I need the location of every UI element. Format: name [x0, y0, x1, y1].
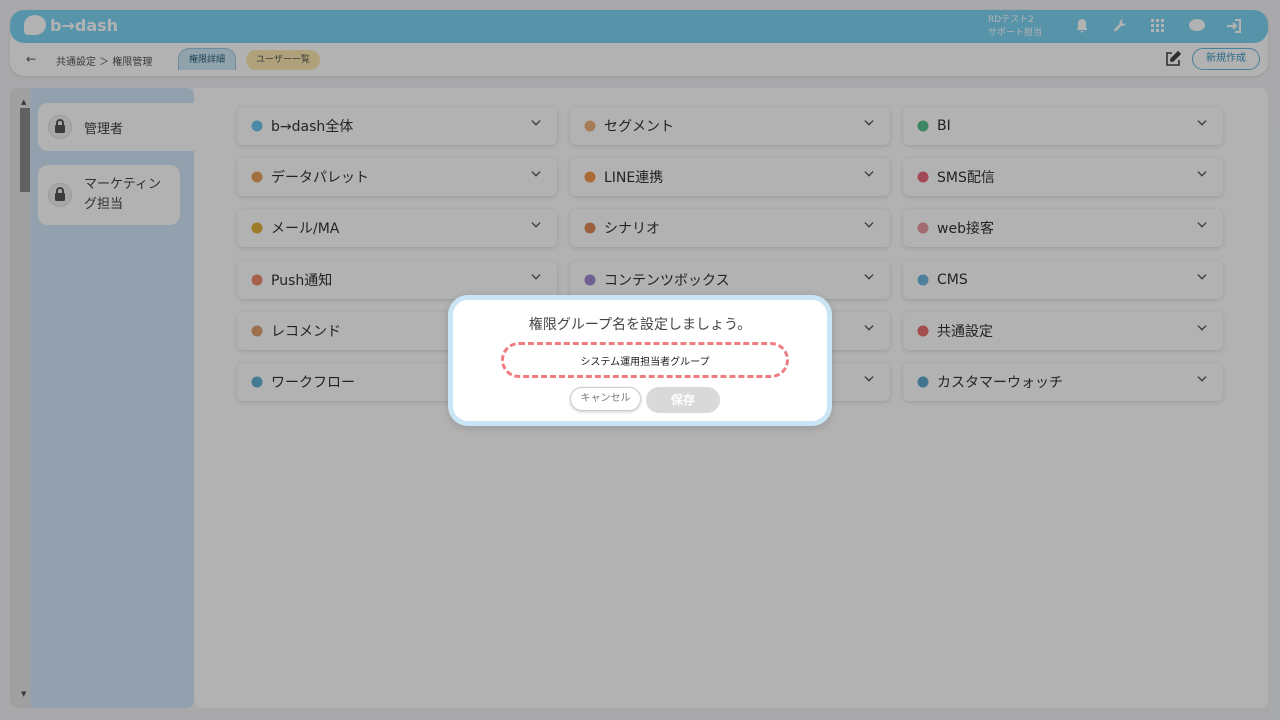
dialog-title: 権限グループ名を設定しましょう。	[528, 317, 752, 333]
cancel-button[interactable]: キャンセル	[570, 387, 641, 411]
group-name-dialog: 権限グループ名を設定しましょう。 キャンセル 保存	[448, 295, 832, 426]
save-button[interactable]: 保存	[646, 387, 720, 413]
group-name-input[interactable]	[501, 342, 789, 378]
